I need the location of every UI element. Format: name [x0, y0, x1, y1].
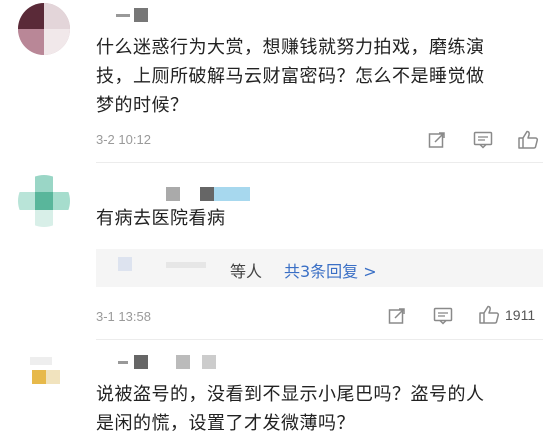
username-redacted[interactable]	[166, 187, 252, 201]
view-replies-link[interactable]: 共3条回复 >	[284, 258, 377, 282]
share-icon[interactable]	[428, 131, 446, 153]
username-redacted[interactable]	[116, 8, 150, 22]
like-icon[interactable]	[478, 305, 500, 329]
comment-line: 是闲的慌，设置了才发微薄吗？	[96, 413, 355, 434]
avatar[interactable]	[18, 351, 70, 403]
like-icon[interactable]	[517, 130, 539, 154]
username-redacted[interactable]	[118, 355, 218, 369]
avatar[interactable]	[18, 175, 70, 227]
comment-line: 什么迷惑行为大赏，想赚钱就努力拍戏，磨练演	[96, 37, 485, 58]
avatar[interactable]	[18, 3, 70, 55]
comment-text: 什么迷惑行为大赏，想赚钱就努力拍戏，磨练演 技，上厕所破解马云财富密码？怎么不是…	[96, 33, 485, 120]
comment-line: 说被盗号的，没看到不显示小尾巴吗？盗号的人	[96, 384, 485, 405]
reply-box[interactable]: 等人 共3条回复 >	[96, 249, 543, 287]
comment-icon[interactable]	[433, 307, 453, 329]
comment-line: 技，上厕所破解马云财富密码？怎么不是睡觉做	[96, 66, 485, 87]
share-icon[interactable]	[388, 307, 406, 329]
comment-line: 有病去医院看病	[96, 208, 226, 229]
like-count: 1911	[505, 307, 536, 323]
comment-text: 说被盗号的，没看到不显示小尾巴吗？盗号的人 是闲的慌，设置了才发微薄吗？	[96, 380, 485, 438]
comment-icon[interactable]	[473, 131, 493, 153]
comment-text: 有病去医院看病	[96, 204, 226, 233]
reply-avatar-redacted	[118, 257, 132, 271]
divider	[96, 162, 543, 163]
comment-line: 梦的时候？	[96, 95, 189, 116]
reply-name-redacted	[166, 262, 206, 268]
timestamp: 3-2 10:12	[96, 132, 151, 147]
reply-prefix: 等人	[230, 262, 263, 281]
divider	[96, 339, 543, 340]
timestamp: 3-1 13:58	[96, 309, 151, 324]
